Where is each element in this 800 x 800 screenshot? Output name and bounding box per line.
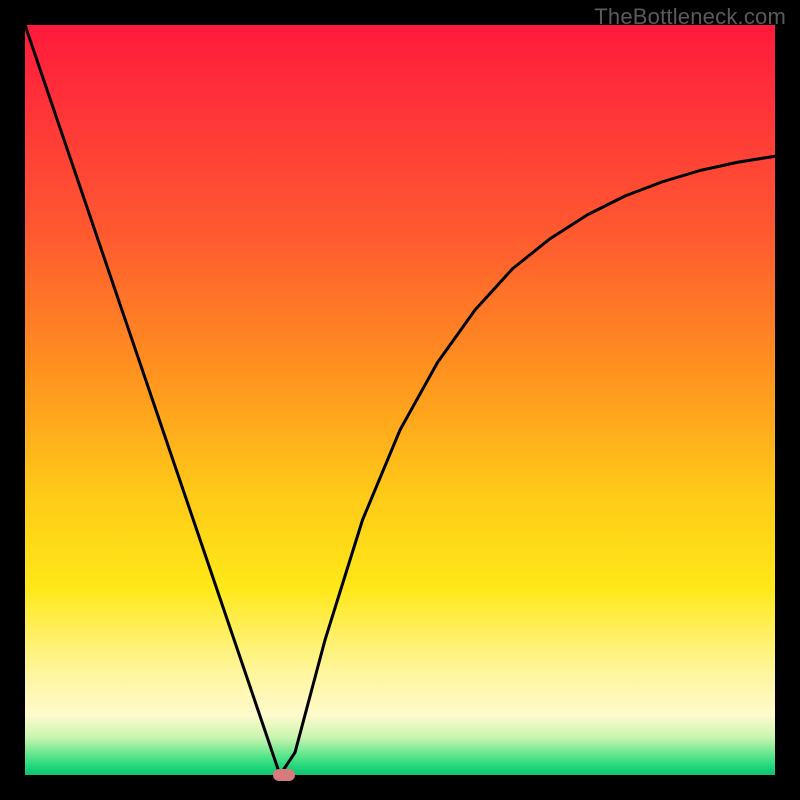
minimum-marker [273, 769, 295, 781]
bottleneck-curve [25, 25, 775, 775]
curve-layer [25, 25, 775, 775]
chart-area [25, 25, 775, 775]
watermark-text: TheBottleneck.com [594, 4, 786, 30]
